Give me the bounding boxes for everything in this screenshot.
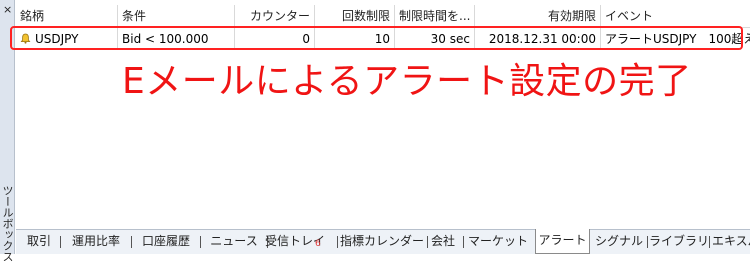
toolbox-title: ツールボックス: [1, 185, 14, 262]
column-header-symbol[interactable]: 銘柄: [16, 5, 118, 27]
tab-company[interactable]: 会社: [426, 230, 460, 254]
tab-divider: [337, 236, 338, 248]
column-header-counter[interactable]: カウンター: [235, 5, 315, 27]
column-header-event[interactable]: イベント: [601, 5, 750, 27]
tab-divider: [60, 236, 61, 248]
highlight-box: [10, 26, 743, 50]
tab-signals[interactable]: シグナル: [594, 230, 644, 254]
table-header: 銘柄 条件 カウンター 回数制限 制限時間を... 有効期限 イベント: [16, 5, 750, 28]
tab-calendar[interactable]: 指標カレンダー: [340, 230, 424, 254]
tab-divider: [647, 236, 648, 248]
tab-market[interactable]: マーケット: [465, 230, 531, 254]
tab-trade[interactable]: 取引: [24, 230, 54, 254]
close-icon[interactable]: ×: [3, 4, 12, 15]
tab-divider: [463, 236, 464, 248]
column-header-limit[interactable]: 回数制限: [315, 5, 395, 27]
tab-news[interactable]: ニュース: [206, 230, 262, 254]
mailbox-count-badge: 6: [315, 239, 321, 249]
tab-library[interactable]: ライブラリ: [649, 230, 709, 254]
tab-experts[interactable]: エキスパー: [712, 230, 750, 254]
tab-divider: [131, 236, 132, 248]
tab-alerts[interactable]: アラート: [535, 229, 590, 254]
column-header-condition[interactable]: 条件: [118, 5, 235, 27]
tab-divider: [709, 236, 710, 248]
column-header-expiry[interactable]: 有効期限: [475, 5, 601, 27]
annotation-text: Eメールによるアラート設定の完了: [122, 61, 692, 102]
tab-account-history[interactable]: 口座履歴: [137, 230, 195, 254]
tab-exposure[interactable]: 運用比率: [67, 230, 125, 254]
bottom-tab-bar: 取引 運用比率 口座履歴 ニュース 受信トレイ 6 指標カレンダー 会社 マーケ…: [16, 229, 750, 254]
column-header-timeout[interactable]: 制限時間を...: [395, 5, 475, 27]
tab-divider: [200, 236, 201, 248]
